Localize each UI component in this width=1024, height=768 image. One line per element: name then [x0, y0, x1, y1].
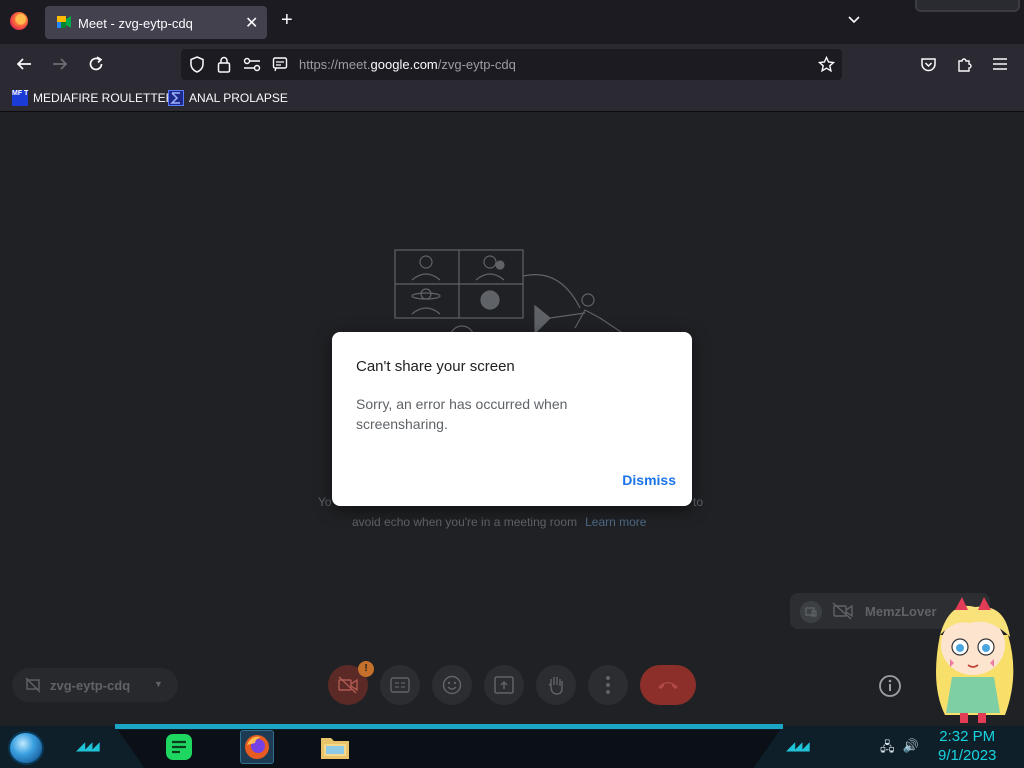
- camera-off-icon: [338, 676, 358, 694]
- tracking-protection-shield-icon[interactable]: [189, 56, 205, 73]
- firefox-icon: [245, 735, 269, 759]
- captions-button[interactable]: [380, 665, 420, 705]
- permissions-icon[interactable]: [243, 57, 261, 72]
- learn-more-link[interactable]: Learn more: [585, 515, 646, 529]
- url-bar[interactable]: https://meet.google.com/zvg-eytp-cdq: [181, 49, 842, 80]
- new-tab-button[interactable]: +: [281, 10, 293, 30]
- taskbar-notes-app[interactable]: [162, 730, 196, 764]
- bookmark-anal-prolapse[interactable]: ANAL PROLAPSE: [168, 90, 288, 106]
- camera-off-icon: [832, 602, 853, 620]
- back-arrow-icon[interactable]: [14, 54, 34, 74]
- meeting-code: zvg-eytp-cdq: [50, 678, 131, 693]
- volume-icon[interactable]: 🔊: [903, 738, 919, 760]
- extensions-puzzle-icon[interactable]: [954, 54, 974, 74]
- url-text[interactable]: https://meet.google.com/zvg-eytp-cdq: [299, 57, 516, 72]
- present-screen-icon: [494, 676, 514, 694]
- dismiss-button[interactable]: Dismiss: [622, 472, 676, 488]
- bookmark-label: MEDIAFIRE ROULETTER: [33, 91, 175, 105]
- lock-icon[interactable]: [217, 56, 231, 73]
- present-screen-button[interactable]: [484, 665, 524, 705]
- screen-share-off-icon: [25, 677, 41, 693]
- dialog-message: Sorry, an error has occurred when screen…: [356, 396, 568, 432]
- more-vert-icon: [606, 676, 610, 694]
- closed-captions-icon: [390, 677, 410, 693]
- taskbar-firefox[interactable]: [240, 730, 274, 764]
- firefox-logo-icon[interactable]: [10, 12, 28, 30]
- bookmark-label: ANAL PROLAPSE: [189, 91, 288, 105]
- camera-toggle-button[interactable]: !: [328, 661, 374, 705]
- info-icon: [879, 675, 901, 697]
- folder-icon: [321, 738, 349, 759]
- bookmark-star-icon[interactable]: [818, 56, 835, 73]
- menu-hamburger-icon[interactable]: [990, 54, 1010, 74]
- background-hint-start: Yo: [318, 495, 332, 509]
- taskbar-file-explorer[interactable]: [318, 730, 352, 764]
- error-dialog: Can't share your screen Sorry, an error …: [332, 332, 692, 506]
- windows-taskbar: ◢◢◢ ◢◢◢ 🖧 🔊 2:32 PM 9/1/2023: [0, 724, 1024, 768]
- reload-icon[interactable]: [86, 54, 106, 74]
- taskbar-accent-line: [115, 724, 783, 729]
- mediafire-favicon-icon: MF T: [12, 90, 28, 106]
- reactions-button[interactable]: [432, 665, 472, 705]
- page-info-icon[interactable]: [272, 56, 288, 72]
- network-icon[interactable]: 🖧: [880, 738, 895, 760]
- emoji-smile-icon: [442, 675, 462, 695]
- background-hint-line: avoid echo when you're in a meeting room…: [352, 515, 647, 529]
- window-frame-decoration: [915, 0, 1020, 12]
- bookmark-mediafire-rouletter[interactable]: MF T MEDIAFIRE ROULETTER: [12, 90, 174, 106]
- tab-bar: Meet - zvg-eytp-cdq ✕ +: [0, 0, 1024, 44]
- start-button[interactable]: [8, 731, 44, 765]
- forward-arrow-icon[interactable]: [50, 54, 70, 74]
- system-tray: 🖧 🔊: [880, 738, 919, 760]
- frame-icon[interactable]: [800, 601, 822, 623]
- background-hint-end: to: [693, 495, 704, 509]
- tab-title: Meet - zvg-eytp-cdq: [78, 16, 193, 31]
- more-options-button[interactable]: [588, 665, 628, 705]
- meeting-details-button[interactable]: zvg-eytp-cdq ▼: [12, 668, 178, 702]
- clock-date: 9/1/2023: [938, 747, 997, 764]
- sigma-favicon-icon: [168, 90, 184, 106]
- taskbar-chevrons-right: ◢◢◢: [786, 739, 810, 753]
- clock-time: 2:32 PM: [939, 728, 996, 745]
- meeting-info-button[interactable]: [878, 674, 902, 698]
- tab-meet[interactable]: Meet - zvg-eytp-cdq ✕: [45, 6, 267, 39]
- list-all-tabs-chevron-down-icon[interactable]: [846, 12, 862, 28]
- tab-close-icon[interactable]: ✕: [245, 13, 258, 33]
- leave-call-button[interactable]: [640, 665, 696, 705]
- dialog-title: Can't share your screen: [356, 358, 515, 375]
- hang-up-phone-icon: [658, 682, 678, 689]
- meet-page: Yo to avoid echo when you're in a meetin…: [0, 113, 1024, 726]
- raise-hand-button[interactable]: [536, 665, 576, 705]
- taskbar-center-panel: [118, 730, 780, 768]
- pocket-icon[interactable]: [918, 54, 938, 74]
- notes-app-icon: [166, 734, 192, 760]
- desktop-mascot-character: [936, 597, 1014, 723]
- google-meet-icon: [57, 16, 71, 28]
- navigation-bar: https://meet.google.com/zvg-eytp-cdq: [0, 44, 1024, 84]
- camera-warning-badge: !: [358, 661, 374, 677]
- meeting-illustration: [394, 249, 631, 338]
- taskbar-clock[interactable]: 2:32 PM 9/1/2023: [938, 727, 996, 765]
- bookmarks-toolbar: MF T MEDIAFIRE ROULETTER ANAL PROLAPSE: [0, 84, 1024, 112]
- taskbar-chevrons-left: ◢◢◢: [76, 739, 100, 753]
- caret-down-icon: ▼: [154, 679, 163, 689]
- raise-hand-icon: [548, 677, 563, 695]
